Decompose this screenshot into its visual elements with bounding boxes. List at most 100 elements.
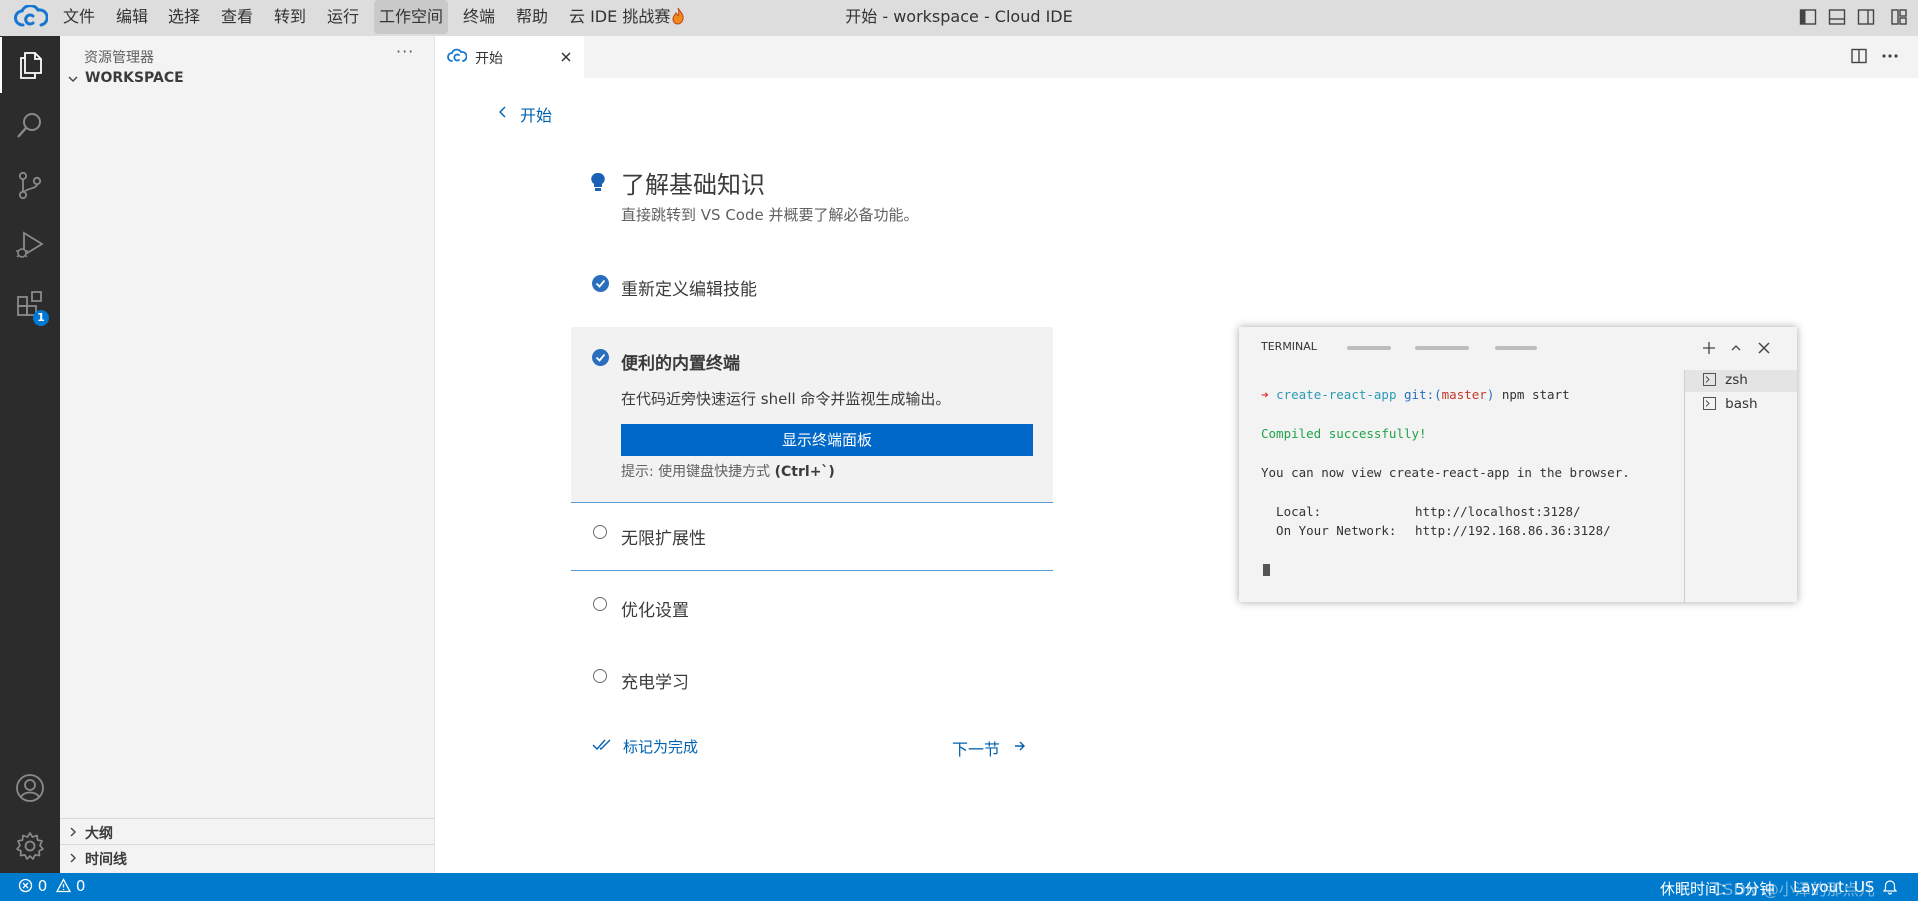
chevron-up-icon xyxy=(1731,345,1741,351)
run-debug-activity[interactable] xyxy=(0,217,60,273)
menu-help[interactable]: 帮助 xyxy=(511,0,553,34)
check-all-icon xyxy=(592,739,611,751)
menu-challenge[interactable]: 云 IDE 挑战赛 xyxy=(564,0,690,34)
menu-view[interactable]: 查看 xyxy=(216,0,258,34)
unchecked-circle-icon xyxy=(593,597,607,611)
terminal-compiled: Compiled successfully! xyxy=(1261,426,1427,441)
terminal-network-url: http://192.168.86.36:3128/ xyxy=(1415,523,1611,538)
toggle-primary-sidebar-icon[interactable] xyxy=(1799,8,1817,26)
source-control-activity[interactable] xyxy=(0,157,60,213)
hint-shortcut: (Ctrl+`) xyxy=(774,464,835,480)
terminal-icon xyxy=(1703,397,1716,410)
shell-item: bash xyxy=(1703,396,1758,412)
terminal-local-label: Local: xyxy=(1261,504,1322,519)
extensions-badge: 1 xyxy=(33,310,49,326)
terminal-icon xyxy=(1703,373,1716,386)
outline-section-header[interactable]: 大纲 xyxy=(64,821,424,843)
cloud-ide-logo-icon xyxy=(14,4,49,29)
sidebar-divider xyxy=(60,818,434,819)
warning-icon xyxy=(56,878,72,893)
split-editor-icon[interactable] xyxy=(1850,47,1868,65)
prompt-branch: master xyxy=(1441,387,1487,402)
prompt-git: git:( xyxy=(1404,387,1442,402)
menu-workspace[interactable]: 工作空间 xyxy=(374,0,449,34)
customize-layout-icon[interactable] xyxy=(1890,8,1908,26)
files-icon xyxy=(20,52,42,79)
hint-text: 提示: 使用键盘快捷方式 xyxy=(621,464,775,480)
manage-activity[interactable] xyxy=(0,818,60,874)
terminal-preview-image: TERMINAL zsh bash ➜ create-react-app git… xyxy=(1239,327,1797,602)
workspace-section-header[interactable]: WORKSPACE xyxy=(64,66,424,92)
timeline-section-header[interactable]: 时间线 xyxy=(64,847,424,869)
terminal-tab-label: TERMINAL xyxy=(1261,340,1317,353)
step-item[interactable]: 充电学习 xyxy=(571,661,1053,701)
unchecked-circle-icon xyxy=(593,669,607,683)
extensions-activity[interactable]: 1 xyxy=(0,277,60,333)
menu-selection[interactable]: 选择 xyxy=(163,0,205,34)
sidebar-more-button[interactable]: ··· xyxy=(396,42,414,61)
shell-label: bash xyxy=(1725,396,1758,412)
terminal-prompt-line: ➜ create-react-app git:(master) npm star… xyxy=(1261,387,1570,402)
step-hint: 提示: 使用键盘快捷方式 (Ctrl+`) xyxy=(621,461,835,481)
menu-terminal[interactable]: 终端 xyxy=(458,0,500,34)
terminal-cursor xyxy=(1263,564,1270,576)
menu-edit[interactable]: 编辑 xyxy=(111,0,153,34)
source-control-icon xyxy=(18,171,42,200)
cloud-icon xyxy=(447,48,467,62)
step-label: 重新定义编辑技能 xyxy=(621,280,757,300)
bell-icon[interactable] xyxy=(1882,879,1898,895)
step-label: 充电学习 xyxy=(621,673,689,693)
terminal-local-url: http://localhost:3128/ xyxy=(1415,504,1581,519)
toggle-secondary-sidebar-icon[interactable] xyxy=(1857,8,1875,26)
toggle-panel-icon[interactable] xyxy=(1828,8,1846,26)
mark-done-link[interactable]: 标记为完成 xyxy=(592,734,722,758)
walkthrough-subtitle: 直接跳转到 VS Code 并概要了解必备功能。 xyxy=(621,206,919,224)
menu-run[interactable]: 运行 xyxy=(322,0,364,34)
step-item[interactable]: 优化设置 xyxy=(571,589,1053,629)
problems-indicator[interactable]: 0 0 xyxy=(18,877,85,897)
step-item[interactable]: 重新定义编辑技能 xyxy=(571,267,1053,307)
menu-go[interactable]: 转到 xyxy=(269,0,311,34)
step-item[interactable]: 无限扩展性 xyxy=(571,516,1053,571)
step-item-expanded[interactable]: 便利的内置终端 在代码近旁快速运行 shell 命令并监视生成输出。 显示终端面… xyxy=(571,327,1053,503)
prompt-dir: create-react-app xyxy=(1276,387,1397,402)
next-section-label: 下一节 xyxy=(952,740,1001,759)
step-description: 在代码近旁快速运行 shell 命令并监视生成输出。 xyxy=(621,390,951,408)
terminal-network-label: On Your Network: xyxy=(1261,523,1397,538)
walkthrough-title: 了解基础知识 xyxy=(621,171,765,199)
explorer-sidebar: 资源管理器 ··· WORKSPACE 大纲 时间线 xyxy=(60,36,435,873)
outline-label: 大纲 xyxy=(85,826,113,842)
chevron-down-icon xyxy=(68,76,78,82)
checked-circle-icon xyxy=(592,275,609,292)
chevron-left-icon xyxy=(499,106,506,118)
checked-circle-icon xyxy=(592,349,609,366)
terminal-view-line: You can now view create-react-app in the… xyxy=(1261,465,1630,480)
status-bar: 0 0 休眠时间：5分钟 Layout: US CSDN @小泽的那点儿 xyxy=(0,873,1918,901)
plus-icon xyxy=(1703,342,1715,354)
search-icon xyxy=(17,113,41,138)
tab-label: 开始 xyxy=(475,51,503,67)
tab-welcome[interactable]: 开始 xyxy=(435,36,584,78)
more-actions-icon[interactable] xyxy=(1880,47,1900,65)
title-bar: 文件 编辑 选择 查看 转到 运行 工作空间 终端 帮助 云 IDE 挑战赛 开… xyxy=(0,0,1918,36)
account-icon xyxy=(16,774,44,802)
mark-done-label: 标记为完成 xyxy=(623,738,699,756)
menu-file[interactable]: 文件 xyxy=(58,0,100,34)
prompt-git-close: ) xyxy=(1486,387,1495,402)
prompt-arrow: ➜ xyxy=(1261,387,1269,402)
next-section-link[interactable]: 下一节 xyxy=(952,734,1052,759)
show-terminal-button[interactable]: 显示终端面板 xyxy=(621,424,1033,456)
editor-tab-bar xyxy=(435,36,1918,78)
lightbulb-icon xyxy=(590,171,606,195)
close-icon[interactable] xyxy=(559,50,573,64)
error-count: 0 xyxy=(37,877,48,895)
explorer-activity[interactable] xyxy=(0,37,60,93)
workspace-label: WORKSPACE xyxy=(85,70,184,86)
back-label: 开始 xyxy=(520,106,553,125)
placeholder-tab xyxy=(1495,346,1537,350)
accounts-activity[interactable] xyxy=(0,760,60,816)
show-terminal-label: 显示终端面板 xyxy=(781,431,872,449)
unchecked-circle-icon xyxy=(593,525,607,539)
run-debug-icon xyxy=(16,231,44,258)
search-activity[interactable] xyxy=(0,97,60,153)
